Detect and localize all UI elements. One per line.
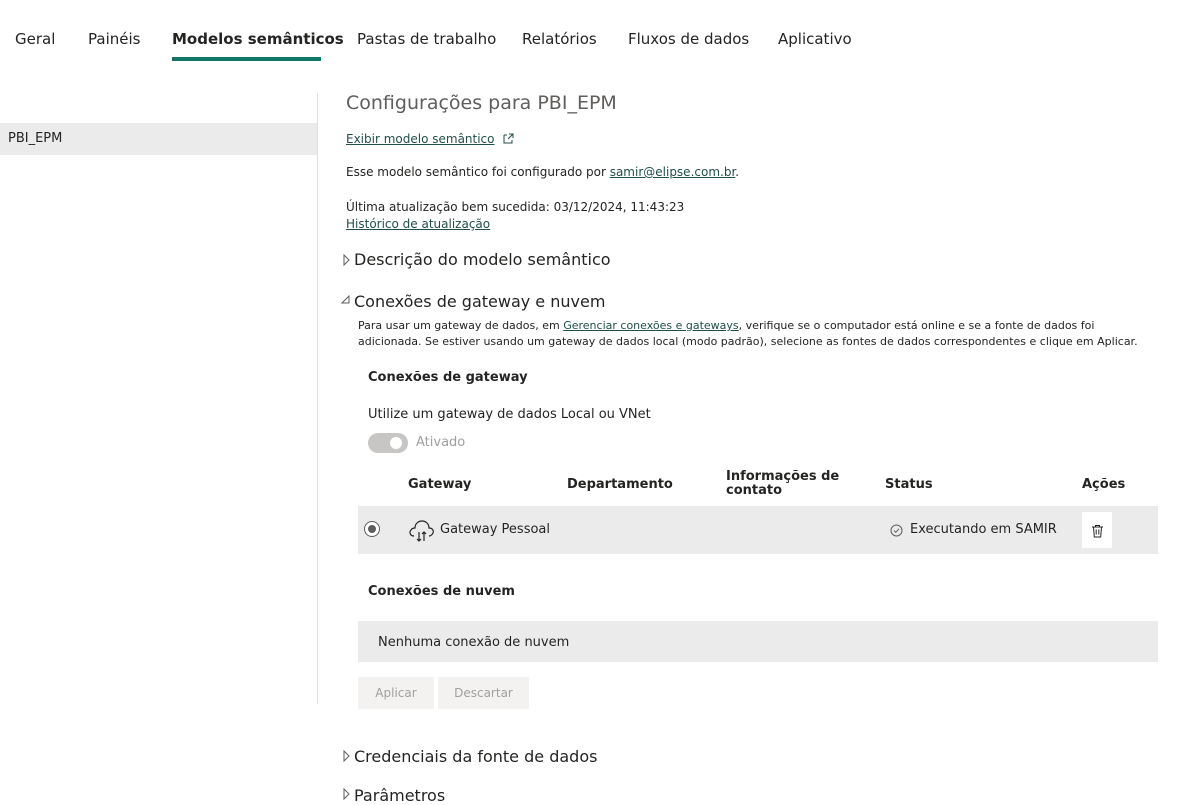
tab-bar: Geral Painéis Modelos semânticos Pastas … — [0, 0, 1188, 62]
tab-relatorios[interactable]: Relatórios — [522, 30, 597, 48]
tab-fluxos-de-dados[interactable]: Fluxos de dados — [628, 30, 749, 48]
tab-paineis[interactable]: Painéis — [88, 30, 140, 48]
gateway-toggle-label: Utilize um gateway de dados Local ou VNe… — [368, 407, 651, 422]
open-external-icon[interactable] — [503, 133, 514, 147]
discard-button[interactable]: Descartar — [438, 677, 529, 709]
tab-pastas-de-trabalho[interactable]: Pastas de trabalho — [357, 30, 496, 48]
cloud-gateway-icon — [407, 516, 435, 548]
trash-icon — [1091, 523, 1104, 542]
tab-geral[interactable]: Geral — [15, 30, 55, 48]
section-credentials-header[interactable]: Credenciais da fonte de dados — [354, 747, 597, 766]
configured-by-suffix: . — [735, 165, 740, 179]
column-header-department: Departamento — [567, 477, 673, 492]
tab-modelos-semanticos[interactable]: Modelos semânticos — [172, 30, 344, 48]
apply-button[interactable]: Aplicar — [358, 677, 434, 709]
cloud-connections-empty-text: Nenhuma conexão de nuvem — [378, 635, 570, 650]
last-refresh-text: Última atualização bem sucedida: 03/12/2… — [346, 200, 685, 214]
gateway-status: Executando em SAMIR — [910, 522, 1057, 537]
column-header-gateway: Gateway — [408, 477, 472, 492]
gateway-info-text: Para usar um gateway de dados, em Gerenc… — [358, 318, 1148, 350]
radio-dot — [368, 525, 376, 533]
gateway-info-prefix: Para usar um gateway de dados, em — [358, 319, 564, 332]
section-parameters-header[interactable]: Parâmetros — [354, 786, 445, 805]
manage-gateways-link[interactable]: Gerenciar conexões e gateways — [563, 319, 738, 332]
chevron-right-icon[interactable] — [343, 787, 351, 803]
section-gateway-header[interactable]: Conexões de gateway e nuvem — [354, 292, 605, 311]
gateway-radio-button[interactable] — [364, 521, 380, 537]
chevron-right-icon[interactable] — [343, 749, 351, 765]
toggle-knob — [390, 437, 402, 449]
cloud-connections-heading: Conexões de nuvem — [368, 584, 515, 599]
toggle-state-label: Ativado — [416, 435, 466, 450]
page-title: Configurações para PBI_EPM — [346, 92, 617, 114]
refresh-history-link-label[interactable]: Histórico de atualização — [346, 217, 490, 231]
refresh-history-link[interactable]: Histórico de atualização — [346, 217, 490, 231]
gateway-name: Gateway Pessoal — [440, 522, 551, 537]
gateway-toggle[interactable] — [368, 433, 408, 453]
configured-by-prefix: Esse modelo semântico foi configurado po… — [346, 165, 610, 179]
tab-aplicativo[interactable]: Aplicativo — [778, 30, 852, 48]
column-header-status: Status — [885, 477, 933, 492]
delete-gateway-button[interactable] — [1082, 512, 1112, 548]
chevron-right-icon[interactable] — [343, 253, 351, 269]
section-description-header[interactable]: Descrição do modelo semântico — [354, 250, 611, 269]
view-model-link[interactable]: Exibir modelo semântico — [346, 132, 495, 146]
chevron-down-icon[interactable] — [340, 294, 351, 308]
column-header-actions: Ações — [1082, 477, 1126, 492]
column-header-contact: Informações de contato — [726, 469, 840, 498]
sidebar-item-pbi-epm[interactable]: PBI_EPM — [0, 123, 317, 155]
configured-by-text: Esse modelo semântico foi configurado po… — [346, 165, 739, 179]
owner-email-link[interactable]: samir@elipse.com.br — [610, 165, 736, 179]
view-model-link-container: Exibir modelo semântico — [346, 132, 514, 147]
sidebar-item-label: PBI_EPM — [8, 131, 63, 146]
gateway-connections-heading: Conexões de gateway — [368, 370, 528, 385]
active-tab-indicator — [172, 57, 321, 61]
sidebar-divider — [317, 93, 318, 704]
check-circle-icon — [890, 522, 903, 541]
